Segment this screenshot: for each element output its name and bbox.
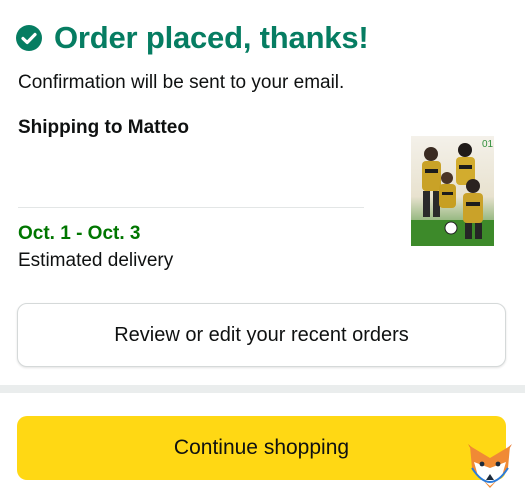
- shipping-recipient: Shipping to Matteo: [18, 117, 189, 138]
- confirmation-header: Order placed, thanks!: [16, 20, 369, 56]
- divider: [18, 207, 364, 208]
- check-circle-icon: [16, 25, 42, 51]
- page-title: Order placed, thanks!: [54, 20, 369, 55]
- volume-badge: 01: [482, 139, 494, 150]
- delivery-dates: Oct. 1 - Oct. 3: [18, 223, 141, 244]
- product-thumbnail-image[interactable]: 01: [411, 136, 494, 246]
- continue-shopping-button[interactable]: Continue shopping: [17, 416, 506, 480]
- confirmation-message: Confirmation will be sent to your email.: [18, 72, 345, 93]
- review-orders-button[interactable]: Review or edit your recent orders: [17, 303, 506, 367]
- section-separator: [0, 385, 525, 393]
- delivery-label: Estimated delivery: [18, 250, 174, 271]
- fox-logo-icon: [468, 444, 512, 488]
